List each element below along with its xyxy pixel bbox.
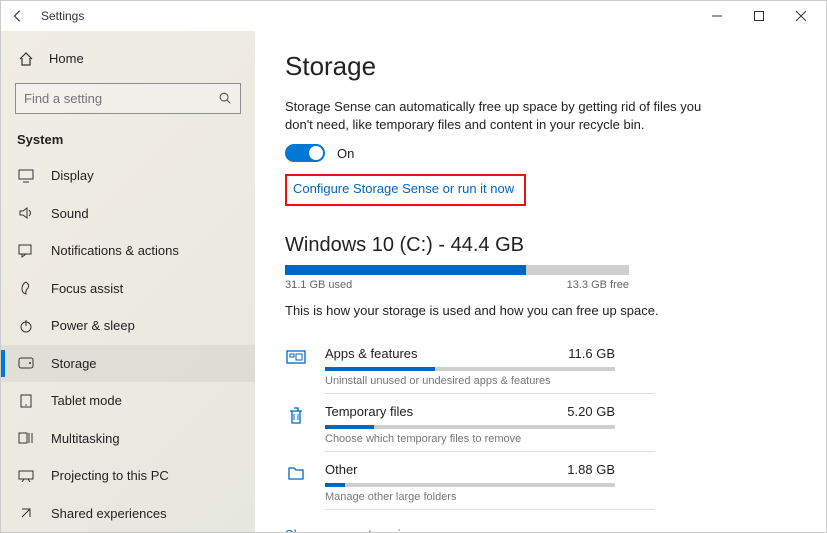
free-label: 13.3 GB free (567, 279, 629, 291)
configure-storage-sense-link[interactable]: Configure Storage Sense or run it now (293, 181, 514, 196)
display-icon (17, 169, 35, 183)
category-other[interactable]: Other 1.88 GB Manage other large folders (285, 452, 776, 509)
page-title: Storage (285, 51, 776, 82)
nav-label: Focus assist (51, 281, 123, 296)
section-label: System (1, 128, 255, 157)
nav-tablet[interactable]: Tablet mode (1, 382, 255, 419)
cat-name: Temporary files (325, 404, 413, 419)
minimize-button[interactable] (696, 2, 738, 30)
nav-sound[interactable]: Sound (1, 195, 255, 232)
nav-projecting[interactable]: Projecting to this PC (1, 457, 255, 494)
nav-power[interactable]: Power & sleep (1, 307, 255, 344)
sound-icon (17, 206, 35, 220)
focus-icon (17, 281, 35, 295)
drive-title: Windows 10 (C:) - 44.4 GB (285, 234, 776, 257)
drive-usage-bar (285, 265, 629, 275)
show-more-categories-link[interactable]: Show more categories (285, 527, 414, 532)
nav-label: Projecting to this PC (51, 468, 169, 483)
sidebar: Home System Display Sound Notifications … (1, 31, 255, 532)
storage-sense-toggle[interactable] (285, 144, 325, 162)
window-title: Settings (41, 9, 84, 23)
projecting-icon (17, 470, 35, 482)
search-input[interactable] (24, 91, 204, 106)
trash-icon (285, 404, 307, 426)
nav-label: Display (51, 168, 94, 183)
home-nav[interactable]: Home (1, 41, 255, 77)
home-icon (17, 51, 35, 67)
cat-sub: Choose which temporary files to remove (325, 433, 776, 445)
cat-name: Other (325, 462, 358, 477)
shared-icon (17, 506, 35, 520)
nav-label: Multitasking (51, 431, 120, 446)
divider (325, 509, 655, 510)
cat-size: 1.88 GB (567, 462, 615, 477)
nav-shared[interactable]: Shared experiences (1, 494, 255, 531)
how-line: This is how your storage is used and how… (285, 303, 776, 318)
power-icon (17, 319, 35, 333)
storage-sense-description: Storage Sense can automatically free up … (285, 98, 705, 134)
cat-size: 11.6 GB (568, 346, 615, 361)
cat-sub: Uninstall unused or undesired apps & fea… (325, 375, 776, 387)
category-apps[interactable]: Apps & features 11.6 GB Uninstall unused … (285, 336, 776, 393)
category-temp[interactable]: Temporary files 5.20 GB Choose which temp… (285, 394, 776, 451)
drive-usage-fill (285, 265, 526, 275)
cat-name: Apps & features (325, 346, 418, 361)
search-box[interactable] (15, 83, 241, 115)
cat-size: 5.20 GB (567, 404, 615, 419)
search-icon (218, 91, 232, 105)
nav-label: Tablet mode (51, 393, 122, 408)
nav-label: Notifications & actions (51, 243, 179, 258)
nav-label: Power & sleep (51, 318, 135, 333)
close-button[interactable] (780, 2, 822, 30)
home-label: Home (49, 51, 84, 66)
nav-display[interactable]: Display (1, 157, 255, 194)
nav-focus-assist[interactable]: Focus assist (1, 270, 255, 307)
apps-icon (285, 346, 307, 366)
used-label: 31.1 GB used (285, 279, 352, 291)
maximize-button[interactable] (738, 2, 780, 30)
content-pane: Storage Storage Sense can automatically … (255, 31, 826, 532)
tablet-icon (17, 394, 35, 408)
nav-label: Sound (51, 206, 89, 221)
highlight-annotation: Configure Storage Sense or run it now (285, 174, 526, 206)
storage-icon (17, 357, 35, 369)
cat-sub: Manage other large folders (325, 491, 776, 503)
nav-storage[interactable]: Storage (1, 345, 255, 382)
notifications-icon (17, 244, 35, 258)
nav-multitasking[interactable]: Multitasking (1, 420, 255, 457)
back-button[interactable] (9, 7, 27, 25)
toggle-state-label: On (337, 146, 354, 161)
nav-label: Shared experiences (51, 506, 167, 521)
multitasking-icon (17, 432, 35, 444)
folder-icon (285, 462, 307, 482)
nav-notifications[interactable]: Notifications & actions (1, 232, 255, 269)
nav-label: Storage (51, 356, 97, 371)
